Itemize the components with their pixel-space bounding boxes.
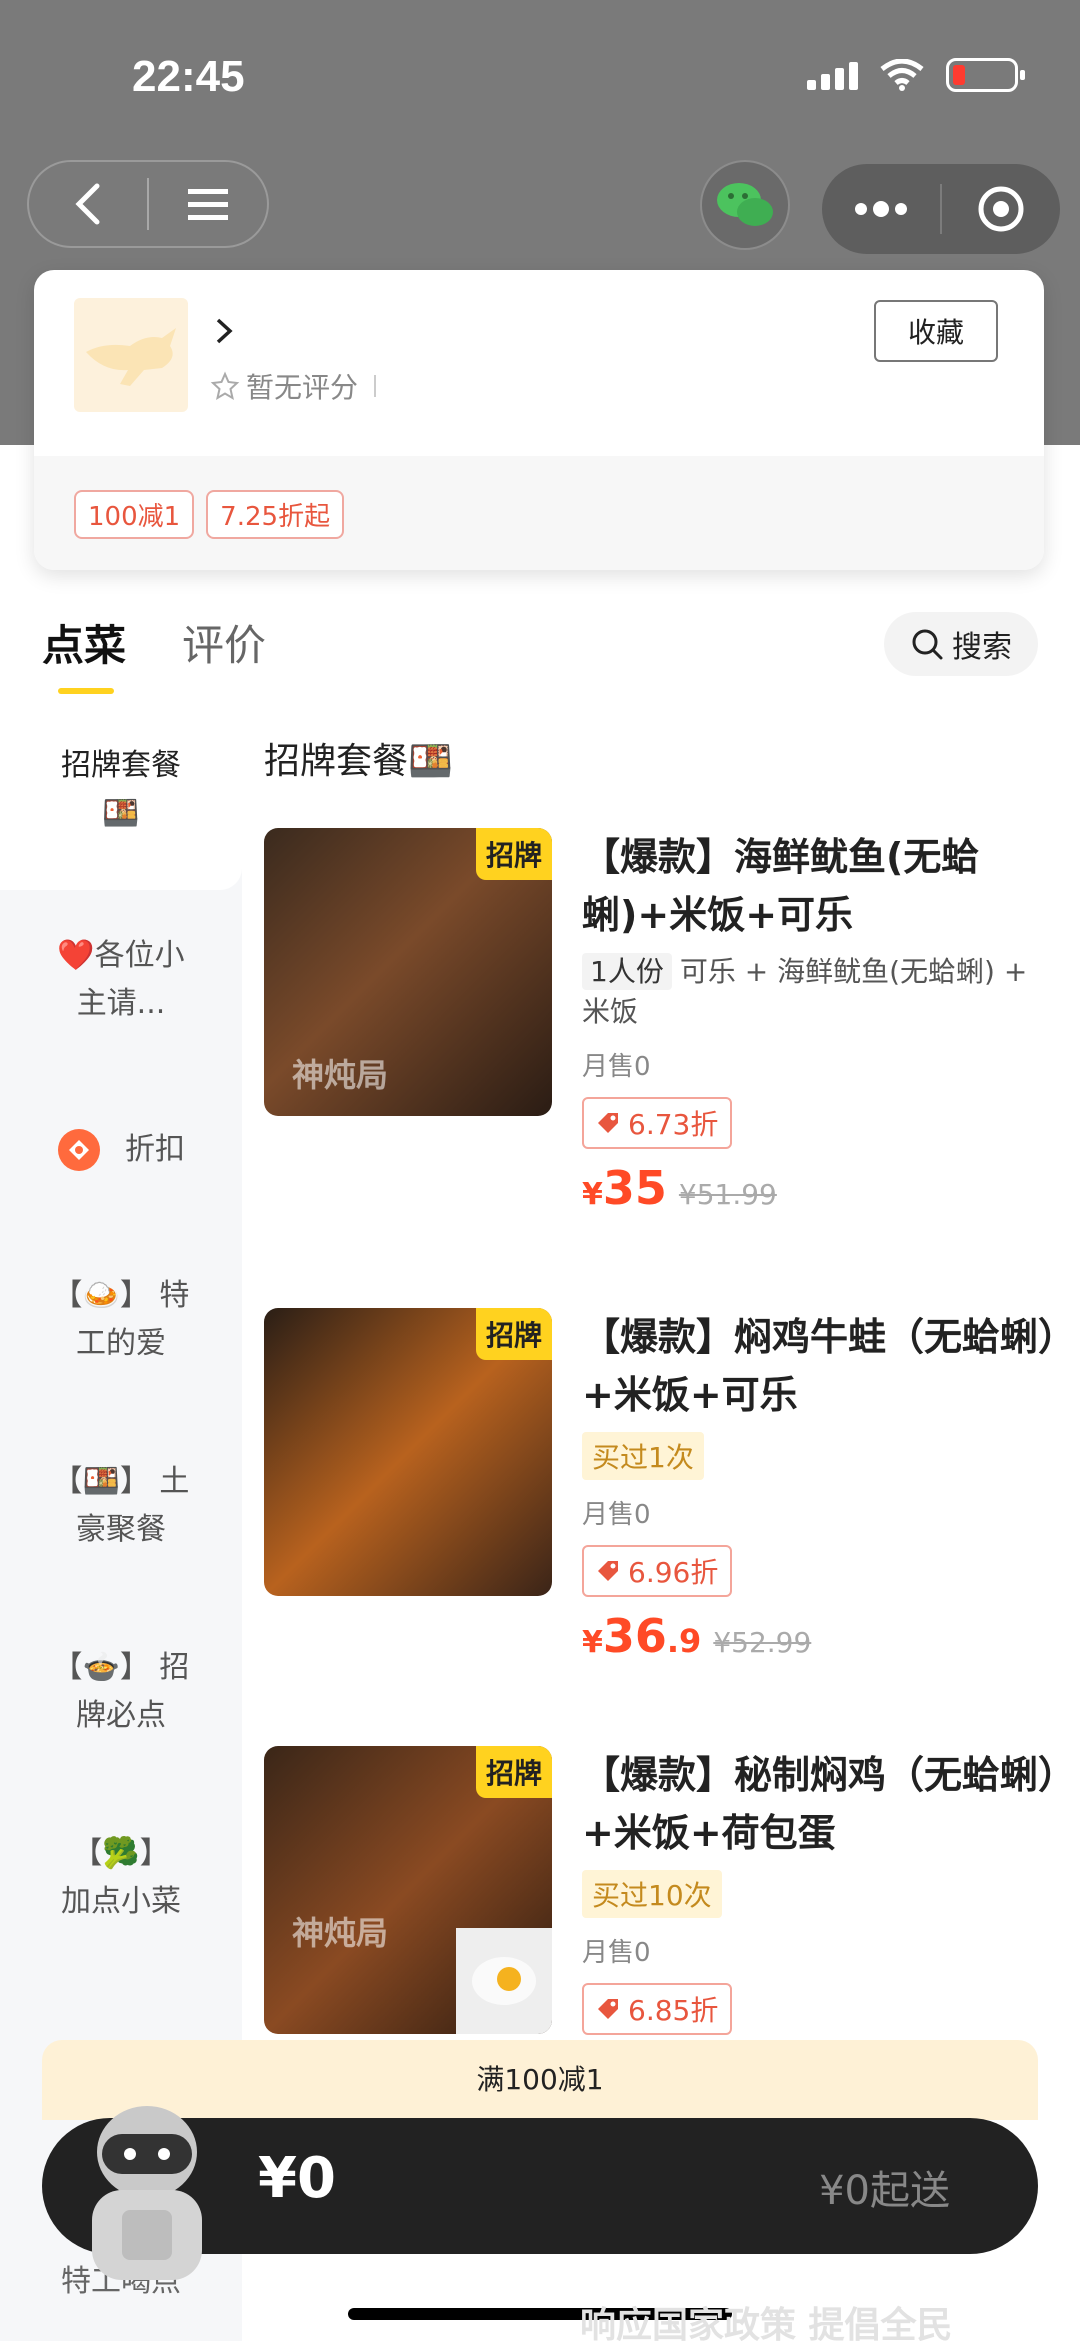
wechat-icon [717, 183, 773, 226]
monthly-sales: 月售0 [582, 1938, 651, 1968]
sidebar-item-label: 🍱 [102, 796, 140, 831]
current-price: ¥35 [582, 1161, 667, 1215]
discount-badge: 6.96折 [582, 1545, 733, 1597]
promo-tag[interactable]: 7.25折起 [206, 490, 345, 539]
favorite-button[interactable]: 收藏 [874, 300, 998, 362]
image-watermark: 神炖局 [292, 1056, 389, 1094]
discount-text: 6.85折 [628, 1994, 719, 2027]
discount-text: 6.96折 [628, 1556, 719, 1589]
star-icon [210, 371, 240, 401]
sidebar-item-label: 豪聚餐 [76, 1512, 166, 1547]
sidebar-item-label: 牌必点 [76, 1698, 166, 1733]
status-icons [807, 58, 1025, 92]
signature-tag: 招牌 [475, 1308, 552, 1360]
search-icon [912, 629, 943, 660]
sidebar-item-label: 折扣 [125, 1132, 185, 1167]
signal-icon [807, 60, 858, 90]
monthly-sales: 月售0 [582, 1500, 651, 1530]
close-miniprogram-button[interactable] [942, 164, 1060, 254]
menu-button[interactable] [149, 162, 267, 246]
current-price: ¥36.9 [582, 1609, 702, 1663]
portion-badge: 1人份 [582, 953, 672, 990]
status-time: 22:45 [132, 52, 245, 101]
search-label: 搜索 [952, 630, 1012, 665]
store-logo[interactable] [74, 298, 188, 412]
original-price: ¥51.99 [678, 1178, 777, 1211]
sidebar-item-discount[interactable]: 折扣 [0, 1126, 242, 1174]
target-icon [978, 186, 1024, 232]
egg-icon [472, 1957, 536, 2005]
tab-order[interactable]: 点菜 [42, 612, 126, 673]
product-image[interactable]: 招牌 神炖局 [264, 1746, 552, 2034]
sidebar-item-notice[interactable]: ❤️各位小 主请... [0, 932, 242, 1028]
discount-badge: 6.85折 [582, 1983, 733, 2035]
discount-icon [58, 1129, 100, 1171]
more-dots-icon [855, 201, 907, 217]
wifi-icon [880, 58, 924, 91]
product-name: 【爆款】秘制焖鸡（无蛤蜊）+米饭+荷包蛋 [582, 1753, 1058, 1855]
price-row: ¥35 ¥51.99 [582, 1161, 1062, 1215]
back-arrow-icon [75, 183, 100, 225]
product-image[interactable]: 招牌 [264, 1308, 552, 1596]
wechat-button[interactable] [700, 160, 790, 250]
sidebar-item-label: 【🍱】 土 [52, 1464, 190, 1499]
search-button[interactable]: 搜索 [884, 612, 1038, 676]
sidebar-item-side-dishes[interactable]: 【🥦】 加点小菜 [0, 1830, 242, 1926]
store-rating: 暂无评分 [210, 366, 377, 406]
rating-text: 暂无评分 [246, 371, 359, 404]
tab-underline [58, 688, 114, 694]
sidebar-item-feast[interactable]: 【🍱】 土 豪聚餐 [0, 1458, 242, 1554]
product-name: 【爆款】焖鸡牛蛙（无蛤蜊）+米饭+可乐 [582, 1315, 1058, 1417]
image-watermark: 神炖局 [292, 1914, 389, 1952]
chevron-right-icon [216, 318, 233, 344]
miniprogram-capsule [822, 164, 1060, 254]
sidebar-item-label: 工的爱 [76, 1326, 166, 1361]
signature-tag: 招牌 [475, 1746, 552, 1798]
bought-before-badge: 买过1次 [582, 1432, 704, 1480]
original-price: ¥52.99 [713, 1626, 812, 1659]
price-row: ¥36.9 ¥52.99 [582, 1609, 1062, 1663]
tag-icon [598, 1561, 618, 1581]
sidebar-item-must-order[interactable]: 【🍲】 招 牌必点 [0, 1644, 242, 1740]
min-order-label: ¥0起送 [819, 2168, 950, 2214]
sidebar-item-label: ❤️各位小 [57, 938, 185, 973]
signature-tag: 招牌 [475, 828, 552, 880]
nav-pill [27, 160, 269, 248]
sidebar-item-label: 加点小菜 [61, 1884, 181, 1919]
product-description: 1人份 可乐 + 海鲜鱿鱼(无蛤蜊) + 米饭 [582, 952, 1062, 1032]
sidebar-item-label: 【🥦】 [72, 1836, 170, 1871]
tag-icon [598, 1113, 618, 1133]
cart-mascot[interactable] [72, 2090, 222, 2290]
sidebar-item-label: 招牌套餐 [61, 748, 181, 783]
tab-bar: 点菜 评价 [42, 612, 266, 673]
bought-before-badge: 买过10次 [582, 1870, 722, 1918]
fried-egg-inset [456, 1928, 552, 2034]
discount-badge: 6.73折 [582, 1097, 733, 1149]
bottom-notice-peek: 响应国家政策 提倡全民 [580, 2305, 953, 2341]
more-button[interactable] [822, 164, 940, 254]
sidebar-item-label: 【🍛】 特 [52, 1278, 190, 1313]
section-title: 招牌套餐🍱 [264, 741, 453, 782]
discount-text: 6.73折 [628, 1108, 719, 1141]
tab-reviews[interactable]: 评价 [182, 612, 266, 673]
sidebar-item-label: 主请... [76, 986, 166, 1021]
store-card: 暂无评分 收藏 100减1 7.25折起 [34, 270, 1044, 570]
promo-tag[interactable]: 100减1 [74, 490, 195, 539]
hamburger-icon [188, 189, 228, 220]
sidebar-item-label: 【🍲】 招 [52, 1650, 190, 1685]
battery-icon [946, 58, 1025, 92]
promo-tags: 100减1 7.25折起 [74, 490, 345, 539]
monthly-sales: 月售0 [582, 1052, 651, 1082]
tag-icon [598, 1999, 618, 2019]
kangaroo-logo-icon [86, 328, 176, 386]
product-image[interactable]: 招牌 神炖局 [264, 828, 552, 1116]
sidebar-item-signature-sets[interactable]: 招牌套餐 🍱 [0, 720, 242, 890]
robot-mascot-icon [92, 2106, 202, 2280]
sidebar-item-agent-love[interactable]: 【🍛】 特 工的爱 [0, 1272, 242, 1368]
store-detail-arrow[interactable] [214, 316, 234, 350]
cart-total: ¥0 [258, 2146, 336, 2211]
product-name: 【爆款】海鲜鱿鱼(无蛤蜊)+米饭+可乐 [582, 835, 980, 937]
back-button[interactable] [29, 162, 147, 246]
